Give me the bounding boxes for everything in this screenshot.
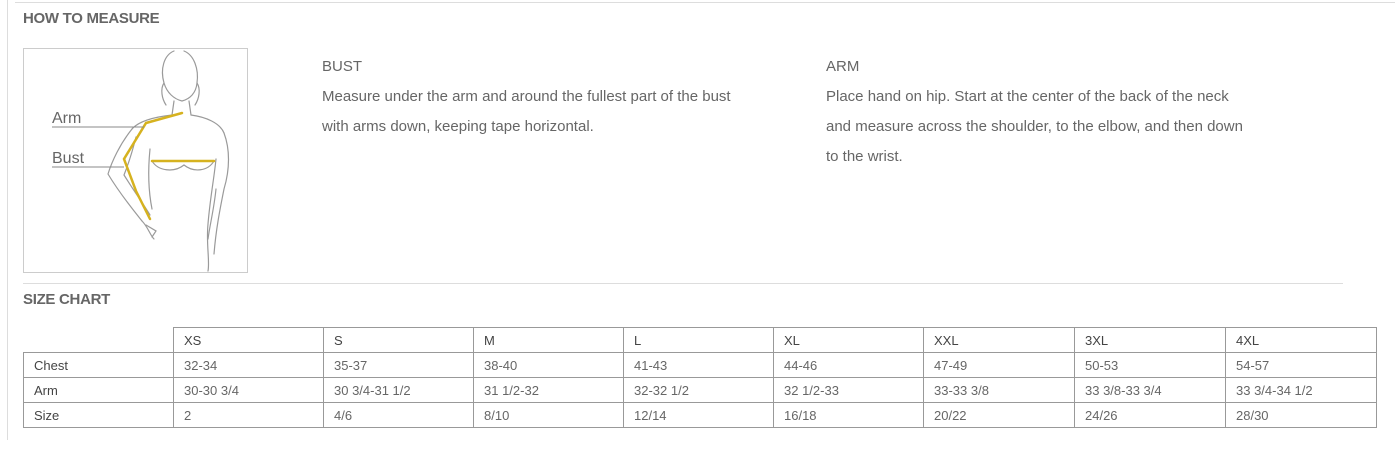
row-label: Size (23, 402, 174, 428)
table-cell: 33 3/8-33 3/4 (1074, 377, 1226, 403)
arm-text-line-3: to the wrist. (826, 148, 903, 165)
row-label: Chest (23, 352, 174, 378)
column-header: 3XL (1074, 327, 1226, 353)
measure-figure: Arm Bust (23, 48, 248, 273)
header-empty-cell (23, 327, 174, 353)
arm-text-line-1: Place hand on hip. Start at the center o… (826, 88, 1229, 105)
table-cell: 16/18 (773, 402, 924, 428)
size-chart-table: XS S M L XL XXL 3XL 4XL Chest 32-34 35-3… (23, 327, 1377, 428)
arm-instructions: ARM Place hand on hip. Start at the cent… (826, 52, 1243, 172)
table-cell: 30-30 3/4 (173, 377, 324, 403)
table-row: Arm 30-30 3/4 30 3/4-31 1/2 31 1/2-32 32… (23, 377, 1377, 403)
column-header: S (323, 327, 474, 353)
table-cell: 8/10 (473, 402, 624, 428)
table-cell: 2 (173, 402, 324, 428)
table-cell: 41-43 (623, 352, 774, 378)
arm-heading: ARM (826, 58, 860, 75)
table-cell: 12/14 (623, 402, 774, 428)
bust-heading: BUST (322, 58, 363, 75)
table-row: Chest 32-34 35-37 38-40 41-43 44-46 47-4… (23, 352, 1377, 378)
column-header: XXL (923, 327, 1075, 353)
table-cell: 31 1/2-32 (473, 377, 624, 403)
table-cell: 20/22 (923, 402, 1075, 428)
column-header: M (473, 327, 624, 353)
bust-instructions: BUST Measure under the arm and around th… (322, 52, 731, 142)
top-divider (15, 2, 1395, 3)
table-cell: 33-33 3/8 (923, 377, 1075, 403)
table-cell: 4/6 (323, 402, 474, 428)
table-cell: 32-34 (173, 352, 324, 378)
table-cell: 35-37 (323, 352, 474, 378)
left-border (7, 0, 8, 440)
table-cell: 24/26 (1074, 402, 1226, 428)
arm-text-line-2: and measure across the shoulder, to the … (826, 118, 1243, 135)
table-cell: 50-53 (1074, 352, 1226, 378)
table-cell: 28/30 (1225, 402, 1377, 428)
table-cell: 38-40 (473, 352, 624, 378)
body-outline-illustration: Arm Bust (52, 50, 230, 272)
arm-figure-label: Arm (52, 110, 81, 127)
column-header: XL (773, 327, 924, 353)
size-chart-title: SIZE CHART (23, 291, 111, 308)
table-header-row: XS S M L XL XXL 3XL 4XL (23, 327, 1377, 353)
row-label: Arm (23, 377, 174, 403)
table-cell: 47-49 (923, 352, 1075, 378)
column-header: L (623, 327, 774, 353)
table-cell: 32-32 1/2 (623, 377, 774, 403)
table-cell: 33 3/4-34 1/2 (1225, 377, 1377, 403)
column-header: XS (173, 327, 324, 353)
how-to-measure-title: HOW TO MEASURE (23, 10, 160, 27)
bust-text-line-2: with arms down, keeping tape horizontal. (322, 118, 594, 135)
column-header: 4XL (1225, 327, 1377, 353)
section-divider (23, 283, 1343, 284)
table-cell: 44-46 (773, 352, 924, 378)
bust-text-line-1: Measure under the arm and around the ful… (322, 88, 731, 105)
bust-figure-label: Bust (52, 150, 85, 167)
table-cell: 32 1/2-33 (773, 377, 924, 403)
table-cell: 54-57 (1225, 352, 1377, 378)
table-cell: 30 3/4-31 1/2 (323, 377, 474, 403)
table-row: Size 2 4/6 8/10 12/14 16/18 20/22 24/26 … (23, 402, 1377, 428)
